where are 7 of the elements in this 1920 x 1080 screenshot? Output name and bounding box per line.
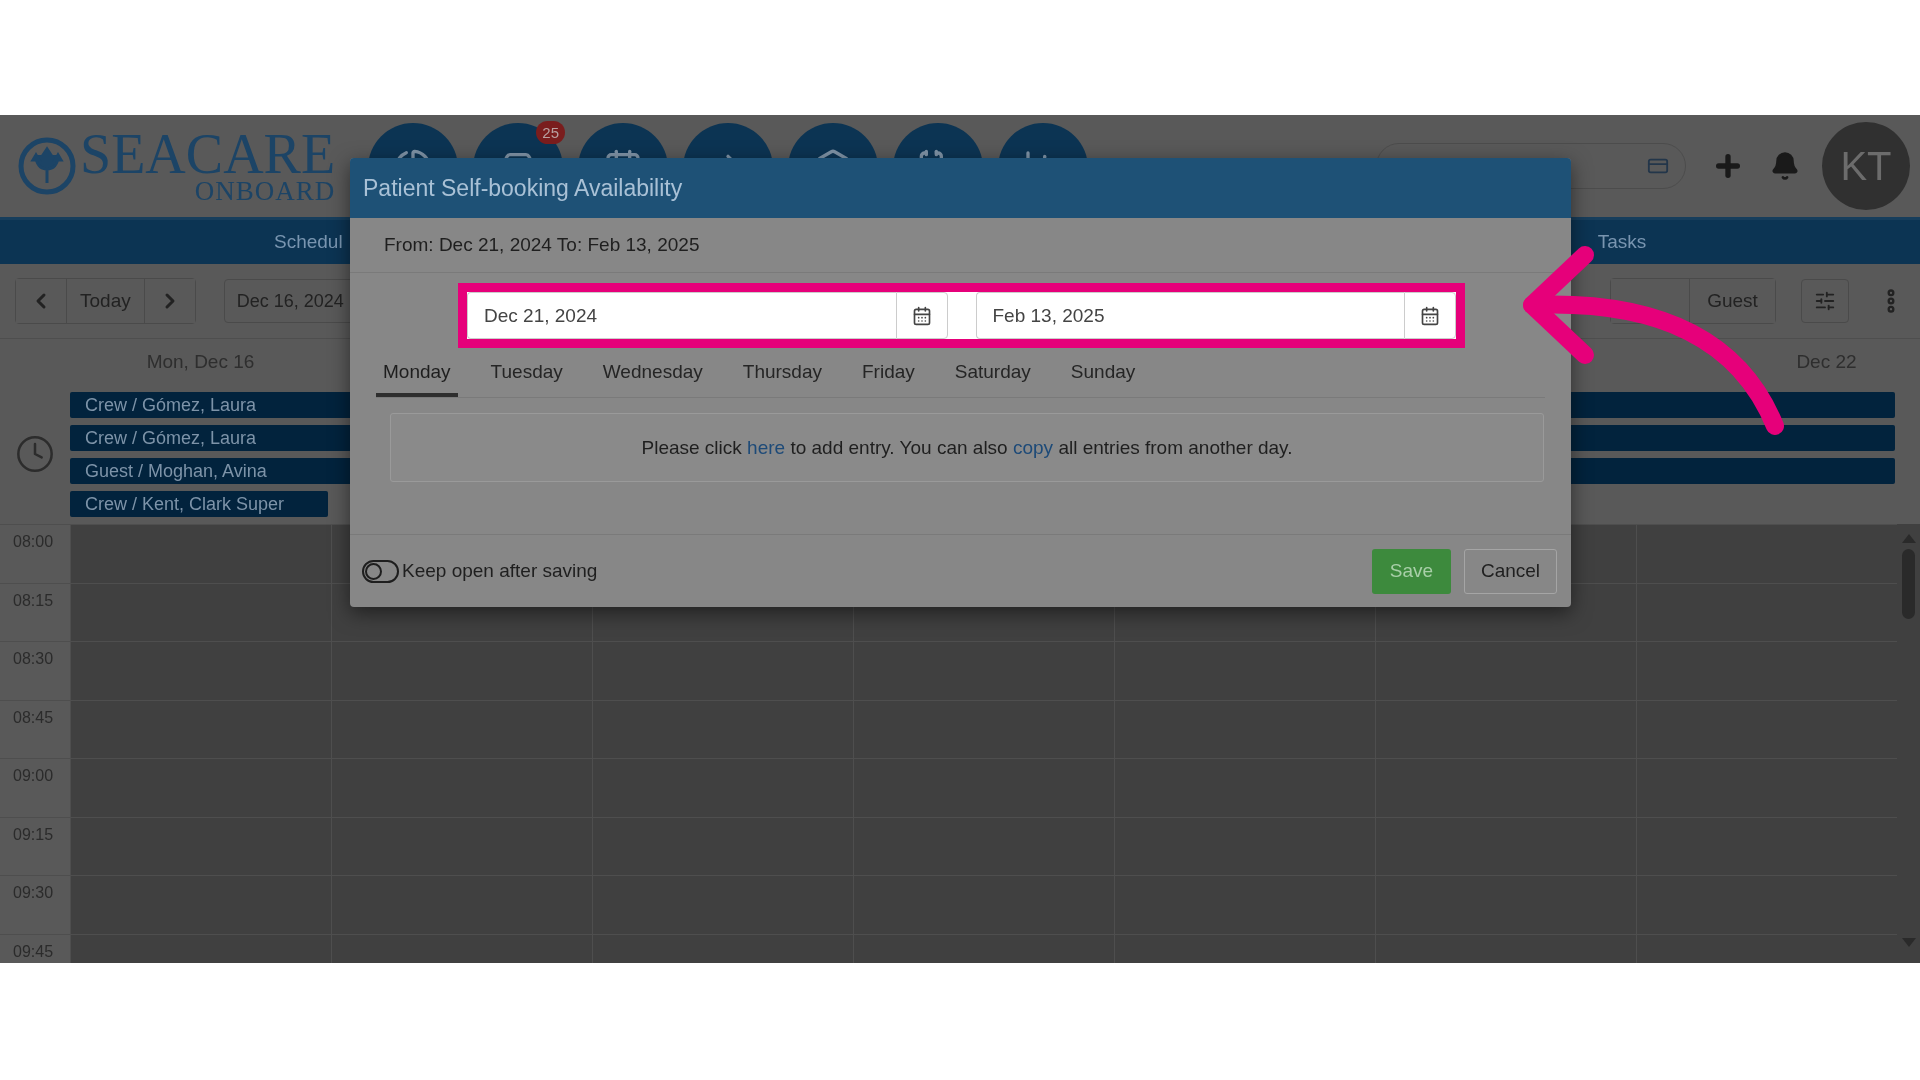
toggle-label: Keep open after saving bbox=[402, 560, 598, 582]
info-message: Please click here to add entry. You can also copy all entries from another day. bbox=[641, 436, 1293, 459]
notification-badge: 25 bbox=[536, 121, 565, 144]
dialog-title: Patient Self-booking Availability bbox=[350, 158, 1571, 218]
date-range-text: From: Dec 21, 2024 To: Feb 13, 2025 bbox=[350, 218, 1571, 273]
logo-name: SEACARE bbox=[80, 129, 336, 179]
logo-subtitle: ONBOARD bbox=[194, 179, 336, 203]
